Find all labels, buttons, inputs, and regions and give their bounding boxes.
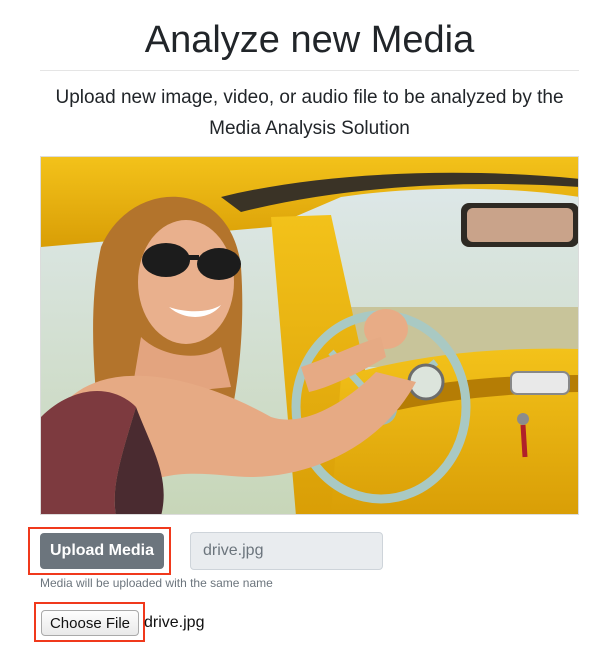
photo-preview-icon (41, 157, 578, 514)
title-divider (40, 70, 579, 71)
upload-media-button[interactable]: Upload Media (40, 533, 164, 569)
media-preview-image (40, 156, 579, 515)
upload-help-text: Media will be uploaded with the same nam… (40, 576, 273, 590)
media-filename-field[interactable] (190, 532, 383, 570)
page-title: Analyze new Media (144, 19, 475, 61)
chosen-file-name: drive.jpg (144, 614, 205, 631)
choose-file-button[interactable]: Choose File (41, 610, 139, 636)
page-subtitle: Upload new image, video, or audio file t… (55, 87, 564, 139)
